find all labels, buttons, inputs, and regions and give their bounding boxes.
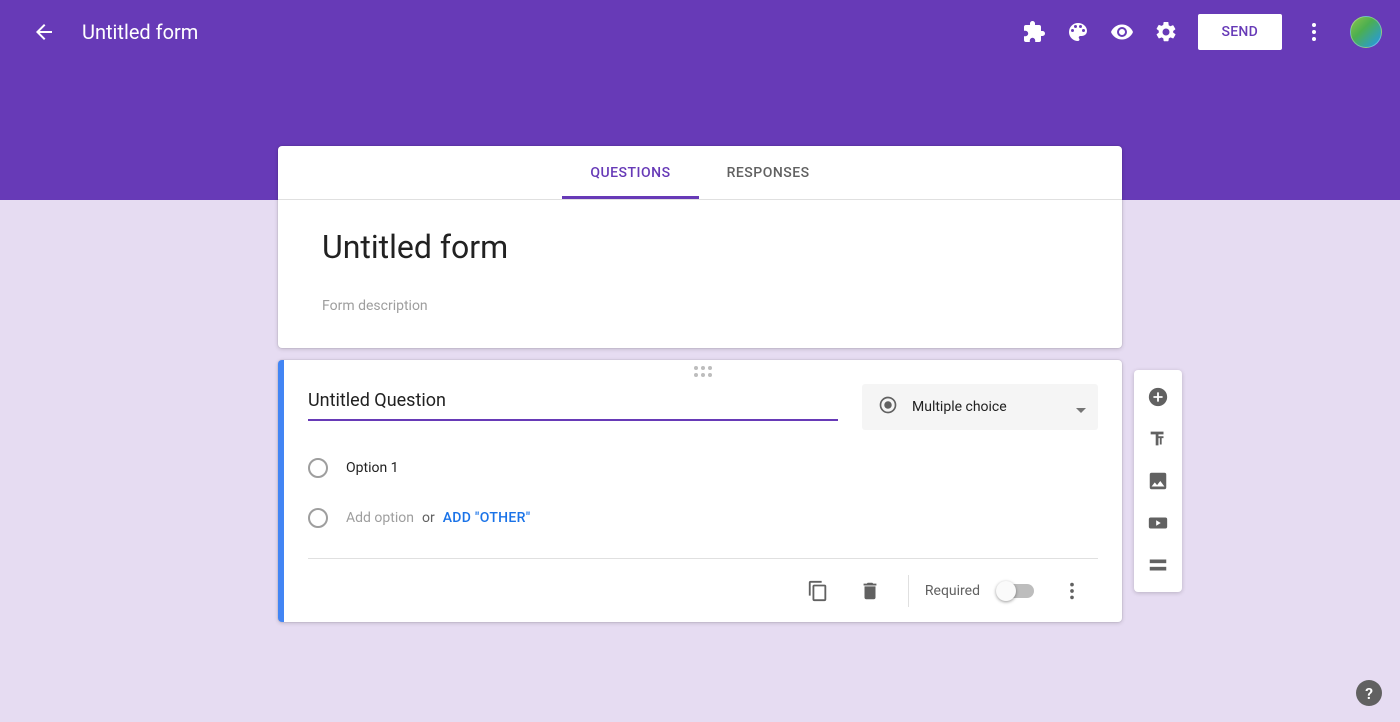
form-description-input[interactable]: Form description — [322, 298, 1078, 314]
form-header-card: QUESTIONS RESPONSES Untitled form Form d… — [278, 146, 1122, 348]
help-icon: ? — [1365, 684, 1373, 703]
copy-icon — [807, 580, 829, 602]
add-image-button[interactable] — [1134, 460, 1182, 502]
add-video-button[interactable] — [1134, 502, 1182, 544]
question-type-label: Multiple choice — [912, 399, 1062, 415]
image-icon — [1147, 470, 1169, 492]
more-menu-button[interactable] — [1292, 10, 1336, 54]
option-row: Option 1 — [308, 458, 1098, 478]
add-title-button[interactable] — [1134, 418, 1182, 460]
more-vert-icon — [1061, 580, 1083, 602]
back-button[interactable] — [24, 12, 64, 52]
more-vert-icon — [1302, 20, 1326, 44]
add-other-button[interactable]: ADD "OTHER" — [443, 510, 531, 526]
theme-button[interactable] — [1056, 10, 1100, 54]
addons-button[interactable] — [1012, 10, 1056, 54]
or-text: or — [422, 510, 435, 526]
question-title-input[interactable] — [308, 384, 838, 421]
delete-button[interactable] — [848, 569, 892, 613]
video-icon — [1147, 512, 1169, 534]
help-button[interactable]: ? — [1356, 680, 1382, 706]
question-more-button[interactable] — [1050, 569, 1094, 613]
preview-button[interactable] — [1100, 10, 1144, 54]
duplicate-button[interactable] — [796, 569, 840, 613]
puzzle-icon — [1022, 20, 1046, 44]
eye-icon — [1110, 20, 1134, 44]
radio-outline-icon — [308, 458, 328, 478]
app-header: Untitled form SEND — [0, 0, 1400, 64]
palette-icon — [1066, 20, 1090, 44]
document-title[interactable]: Untitled form — [82, 20, 198, 44]
question-card[interactable]: Multiple choice Option 1 Add option or A… — [278, 360, 1122, 622]
add-circle-icon — [1147, 386, 1169, 408]
add-section-button[interactable] — [1134, 544, 1182, 586]
option-1-input[interactable]: Option 1 — [346, 460, 399, 476]
send-button[interactable]: SEND — [1198, 14, 1282, 50]
required-label: Required — [925, 583, 980, 599]
required-toggle[interactable] — [998, 584, 1034, 598]
form-container: QUESTIONS RESPONSES Untitled form Form d… — [278, 146, 1122, 634]
side-toolbar — [1134, 370, 1182, 592]
tab-responses[interactable]: RESPONSES — [699, 146, 838, 199]
account-avatar[interactable] — [1350, 16, 1382, 48]
settings-button[interactable] — [1144, 10, 1188, 54]
add-question-button[interactable] — [1134, 376, 1182, 418]
tab-questions[interactable]: QUESTIONS — [562, 146, 698, 199]
divider — [908, 575, 909, 607]
radio-icon — [878, 395, 898, 419]
trash-icon — [859, 580, 881, 602]
drag-handle-icon[interactable] — [694, 366, 712, 377]
gear-icon — [1154, 20, 1178, 44]
add-option-row: Add option or ADD "OTHER" — [308, 508, 1098, 528]
question-type-select[interactable]: Multiple choice — [862, 384, 1098, 430]
text-icon — [1147, 428, 1169, 450]
arrow-left-icon — [32, 20, 56, 44]
radio-outline-icon — [308, 508, 328, 528]
caret-down-icon — [1076, 398, 1086, 417]
form-title-input[interactable]: Untitled form — [322, 228, 1078, 266]
add-option-button[interactable]: Add option — [346, 510, 414, 526]
section-icon — [1147, 554, 1169, 576]
tabs: QUESTIONS RESPONSES — [278, 146, 1122, 200]
question-footer: Required — [308, 558, 1098, 622]
